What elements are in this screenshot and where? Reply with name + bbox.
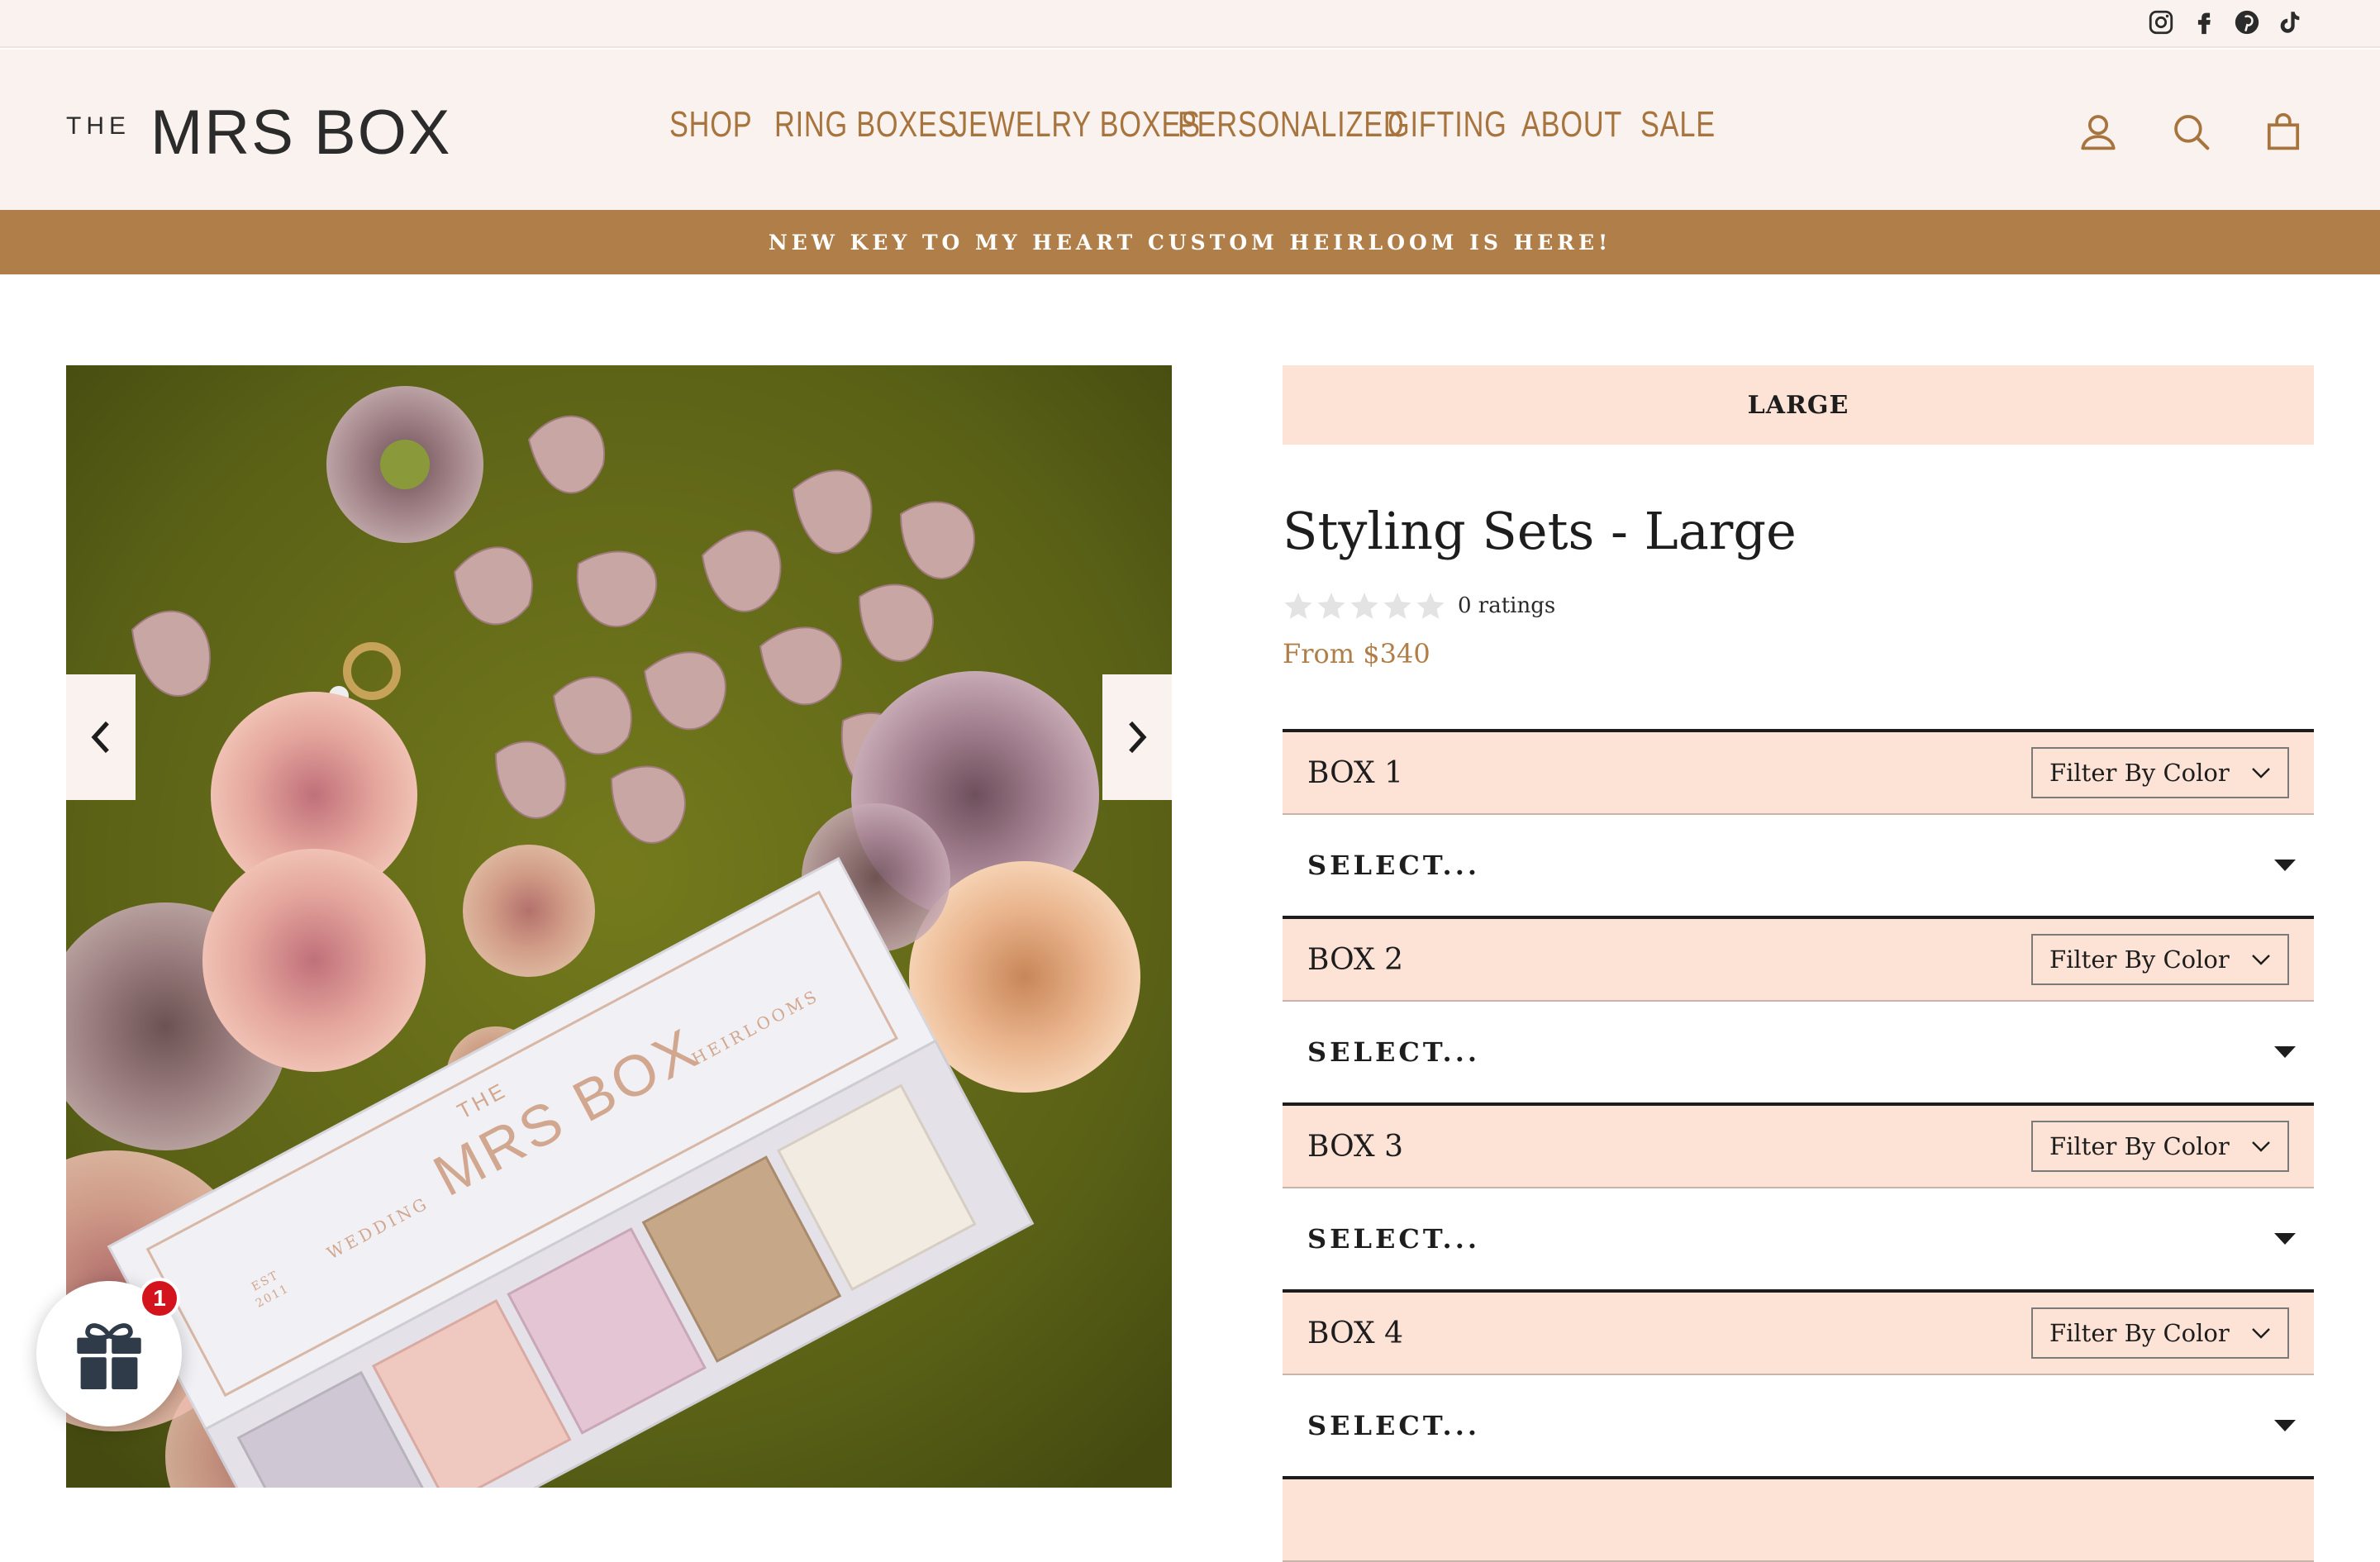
product-title: Styling Sets - Large	[1283, 501, 1797, 561]
nav-gifting[interactable]: GIFTING	[1388, 104, 1507, 145]
account-icon[interactable]	[2076, 109, 2121, 154]
box-option-header: BOX 2 Filter By Color	[1283, 919, 2314, 1002]
search-icon[interactable]	[2168, 109, 2213, 154]
product-price: From $340	[1283, 638, 1430, 669]
box-select-dropdown[interactable]: SELECT...	[1283, 815, 2314, 916]
box-option-header: BOX 4 Filter By Color	[1283, 1293, 2314, 1375]
rating-stars	[1283, 590, 1446, 621]
box-option-header	[1283, 1479, 2314, 1562]
select-label: SELECT...	[1307, 1036, 1480, 1068]
logo-wordmark: MRS BOX	[150, 97, 452, 168]
filter-label: Filter By Color	[2049, 1132, 2230, 1160]
nav-personalized[interactable]: PERSONALIZED	[1178, 104, 1404, 145]
logo-the: THE	[66, 112, 131, 140]
nav-sale[interactable]: SALE	[1640, 104, 1716, 145]
box-select-dropdown[interactable]: SELECT...	[1283, 1188, 2314, 1289]
filter-label: Filter By Color	[2049, 945, 2230, 974]
variant-size-button[interactable]: LARGE	[1283, 365, 2314, 445]
nav-ring-boxes[interactable]: RING BOXES	[774, 104, 957, 145]
filter-by-color-dropdown[interactable]: Filter By Color	[2031, 934, 2289, 985]
box-option: BOX 3 Filter By Color SELECT...	[1283, 1102, 2314, 1289]
chevron-down-icon	[2252, 1141, 2270, 1152]
select-label: SELECT...	[1307, 1410, 1480, 1441]
filter-by-color-dropdown[interactable]: Filter By Color	[2031, 1121, 2289, 1172]
box-option: BOX 1 Filter By Color SELECT...	[1283, 729, 2314, 916]
instagram-icon[interactable]	[2145, 7, 2177, 38]
social-links	[2145, 7, 2306, 38]
product-image[interactable]: MRS BOX THE WEDDING HEIRLOOMS EST 2011	[66, 365, 1172, 1488]
box-option-header: BOX 1 Filter By Color	[1283, 732, 2314, 815]
box-option: BOX 4 Filter By Color SELECT...	[1283, 1289, 2314, 1476]
chevron-down-icon	[2252, 1328, 2270, 1339]
filter-label: Filter By Color	[2049, 759, 2230, 787]
nav-shop[interactable]: SHOP	[669, 104, 752, 145]
box-select-dropdown[interactable]: SELECT...	[1283, 1375, 2314, 1476]
product-photo: MRS BOX THE WEDDING HEIRLOOMS EST 2011	[66, 365, 1172, 1488]
chevron-down-icon	[2252, 768, 2270, 779]
star-icon	[1350, 593, 1378, 619]
filter-by-color-dropdown[interactable]: Filter By Color	[2031, 747, 2289, 798]
nav-jewelry-boxes[interactable]: JEWELRY BOXES	[954, 104, 1201, 145]
main-nav: SHOP RING BOXES JEWELRY BOXES PERSONALIZ…	[669, 104, 1715, 150]
filter-by-color-dropdown[interactable]: Filter By Color	[2031, 1307, 2289, 1359]
box-label: BOX 1	[1307, 755, 1403, 790]
select-label: SELECT...	[1307, 850, 1480, 881]
select-label: SELECT...	[1307, 1223, 1480, 1255]
chevron-down-icon	[2252, 955, 2270, 965]
variant-label: LARGE	[1747, 390, 1849, 420]
announcement-bar[interactable]: NEW KEY TO MY HEART CUSTOM HEIRLOOM IS H…	[0, 210, 2380, 274]
header-actions	[2076, 109, 2306, 154]
gallery-prev-button[interactable]	[66, 674, 136, 800]
box-select-dropdown[interactable]: SELECT...	[1283, 1002, 2314, 1102]
box-options: BOX 1 Filter By Color SELECT... BOX 2 Fi…	[1283, 729, 2314, 1562]
utility-bar	[0, 0, 2380, 48]
site-logo[interactable]: THE MRS BOX	[66, 98, 452, 168]
chevron-right-icon	[1129, 721, 1147, 754]
gallery-next-button[interactable]	[1102, 674, 1172, 800]
product-rating[interactable]: 0 ratings	[1283, 590, 1555, 621]
star-icon	[1383, 593, 1411, 619]
nav-about[interactable]: ABOUT	[1521, 104, 1622, 145]
box-label: BOX 3	[1307, 1129, 1403, 1164]
star-icon	[1317, 593, 1345, 619]
announcement-text: NEW KEY TO MY HEART CUSTOM HEIRLOOM IS H…	[768, 230, 1612, 255]
chevron-left-icon	[91, 721, 109, 754]
rating-count: 0 ratings	[1458, 593, 1556, 618]
gift-notification-badge: 1	[139, 1278, 180, 1319]
site-header: THE MRS BOX SHOP RING BOXES JEWELRY BOXE…	[0, 50, 2380, 210]
caret-down-icon	[2274, 1420, 2296, 1431]
star-icon	[1284, 593, 1312, 619]
caret-down-icon	[2274, 860, 2296, 871]
box-option	[1283, 1476, 2314, 1562]
box-label: BOX 2	[1307, 942, 1403, 977]
filter-label: Filter By Color	[2049, 1319, 2230, 1347]
pinterest-icon[interactable]	[2231, 7, 2263, 38]
cart-icon[interactable]	[2261, 109, 2306, 154]
caret-down-icon	[2274, 1233, 2296, 1245]
tiktok-icon[interactable]	[2274, 7, 2306, 38]
facebook-icon[interactable]	[2188, 7, 2220, 38]
caret-down-icon	[2274, 1046, 2296, 1058]
gift-icon	[77, 1323, 141, 1389]
box-option: BOX 2 Filter By Color SELECT...	[1283, 916, 2314, 1102]
box-label: BOX 4	[1307, 1316, 1403, 1350]
box-option-header: BOX 3 Filter By Color	[1283, 1106, 2314, 1188]
star-icon	[1416, 593, 1445, 619]
